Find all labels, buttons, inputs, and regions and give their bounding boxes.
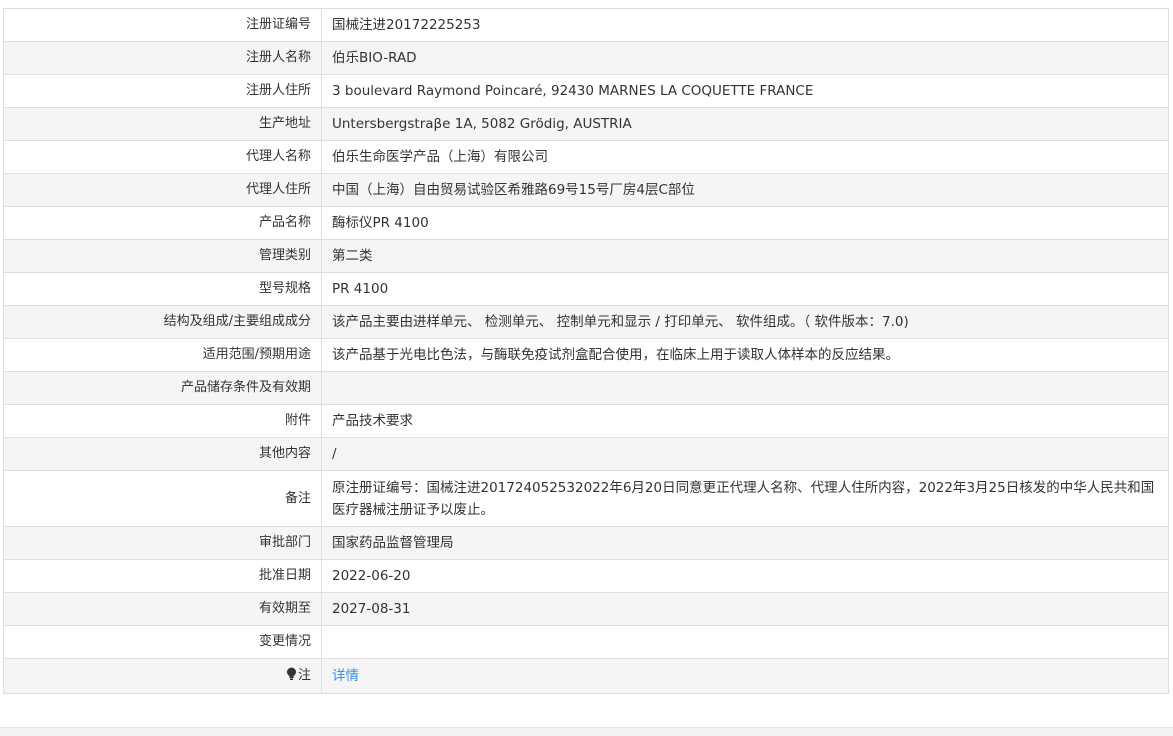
row-management-category: 管理类别 第二类 [3, 239, 1169, 273]
row-value: 产品技术要求 [321, 404, 1169, 438]
row-storage-validity: 产品储存条件及有效期 [3, 371, 1169, 405]
row-value: 伯乐生命医学产品（上海）有限公司 [321, 140, 1169, 174]
row-value: 该产品基于光电比色法，与酶联免疫试剂盒配合使用，在临床上用于读取人体样本的反应结… [321, 338, 1169, 372]
row-approval-department: 审批部门 国家药品监督管理局 [3, 526, 1169, 560]
row-registrant-name: 注册人名称 伯乐BIO-RAD [3, 41, 1169, 75]
row-value: 国械注进20172225253 [321, 8, 1169, 42]
details-link[interactable]: 详情 [332, 668, 359, 684]
row-label: 代理人住所 [3, 173, 322, 207]
lightbulb-icon [286, 667, 296, 680]
row-attachment: 附件 产品技术要求 [3, 404, 1169, 438]
row-change-status: 变更情况 [3, 625, 1169, 659]
row-value: 该产品主要由进样单元、 检测单元、 控制单元和显示 / 打印单元、 软件组成。（… [321, 305, 1169, 339]
row-structure-composition: 结构及组成/主要组成成分 该产品主要由进样单元、 检测单元、 控制单元和显示 /… [3, 305, 1169, 339]
row-label: 其他内容 [3, 437, 322, 471]
row-label: 管理类别 [3, 239, 322, 273]
row-agent-address: 代理人住所 中国（上海）自由贸易试验区希雅路69号15号厂房4层C部位 [3, 173, 1169, 207]
note-label: 注 [297, 668, 311, 683]
row-label: 结构及组成/主要组成成分 [3, 305, 322, 339]
row-production-address: 生产地址 Untersbergstraβe 1A, 5082 Grödig, A… [3, 107, 1169, 141]
row-other-content: 其他内容 / [3, 437, 1169, 471]
row-note: 注 详情 [3, 658, 1169, 694]
row-value: 第二类 [321, 239, 1169, 273]
row-label: 注册人住所 [3, 74, 322, 108]
row-value [321, 625, 1169, 659]
row-value: 2022-06-20 [321, 559, 1169, 593]
row-value: / [321, 437, 1169, 471]
row-approval-date: 批准日期 2022-06-20 [3, 559, 1169, 593]
row-value: 3 boulevard Raymond Poincaré, 92430 MARN… [321, 74, 1169, 108]
row-registrant-address: 注册人住所 3 boulevard Raymond Poincaré, 9243… [3, 74, 1169, 108]
row-label: 代理人名称 [3, 140, 322, 174]
row-value: 原注册证编号：国械注进201724052532022年6月20日同意更正代理人名… [321, 470, 1169, 527]
row-value: 中国（上海）自由贸易试验区希雅路69号15号厂房4层C部位 [321, 173, 1169, 207]
row-label: 产品名称 [3, 206, 322, 240]
row-value: Untersbergstraβe 1A, 5082 Grödig, AUSTRI… [321, 107, 1169, 141]
row-label: 型号规格 [3, 272, 322, 306]
row-value: 2027-08-31 [321, 592, 1169, 626]
row-remarks: 备注 原注册证编号：国械注进201724052532022年6月20日同意更正代… [3, 470, 1169, 527]
row-model-spec: 型号规格 PR 4100 [3, 272, 1169, 306]
row-agent-name: 代理人名称 伯乐生命医学产品（上海）有限公司 [3, 140, 1169, 174]
row-label: 附件 [3, 404, 322, 438]
row-registration-number: 注册证编号 国械注进20172225253 [3, 8, 1169, 42]
row-label: 有效期至 [3, 592, 322, 626]
row-label: 审批部门 [3, 526, 322, 560]
row-value: 国家药品监督管理局 [321, 526, 1169, 560]
row-value [321, 371, 1169, 405]
row-label: 备注 [3, 470, 322, 527]
row-valid-until: 有效期至 2027-08-31 [3, 592, 1169, 626]
registration-detail-table: 注册证编号 国械注进20172225253 注册人名称 伯乐BIO-RAD 注册… [3, 8, 1169, 694]
row-label: 产品储存条件及有效期 [3, 371, 322, 405]
row-label: 注册证编号 [3, 8, 322, 42]
row-product-name: 产品名称 酶标仪PR 4100 [3, 206, 1169, 240]
row-value: 伯乐BIO-RAD [321, 41, 1169, 75]
row-label: 批准日期 [3, 559, 322, 593]
row-label: 适用范围/预期用途 [3, 338, 322, 372]
row-value: 详情 [321, 658, 1169, 694]
row-label: 变更情况 [3, 625, 322, 659]
row-label: 注 [3, 658, 322, 694]
registration-detail-panel: 注册证编号 国械注进20172225253 注册人名称 伯乐BIO-RAD 注册… [3, 8, 1169, 694]
row-value: PR 4100 [321, 272, 1169, 306]
row-label: 注册人名称 [3, 41, 322, 75]
row-value: 酶标仪PR 4100 [321, 206, 1169, 240]
row-intended-use: 适用范围/预期用途 该产品基于光电比色法，与酶联免疫试剂盒配合使用，在临床上用于… [3, 338, 1169, 372]
row-label: 生产地址 [3, 107, 322, 141]
